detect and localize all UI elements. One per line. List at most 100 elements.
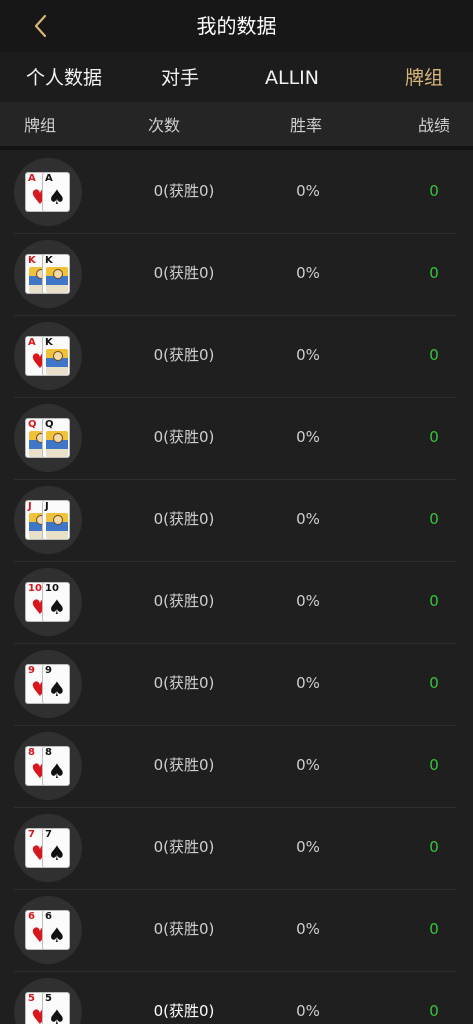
play-count: 0(获胜0) <box>153 674 215 692</box>
win-rate: 0% <box>296 1002 320 1020</box>
result-value: 0 <box>429 510 439 528</box>
win-rate: 0% <box>296 592 320 610</box>
face-card-figure-icon <box>46 431 68 457</box>
win-rate: 0% <box>296 920 320 938</box>
playing-card-icon: 9 ♠ <box>42 664 70 704</box>
list-item[interactable]: 9 ♥ 9 ♠ 0(获胜0) 0% 0 <box>14 644 456 726</box>
card-rank: 5 <box>45 993 52 1004</box>
page-title: 我的数据 <box>196 14 277 38</box>
result-value: 0 <box>429 920 439 938</box>
result-value: 0 <box>429 756 439 774</box>
hand-cards-icon: KK <box>14 240 82 308</box>
result-value: 0 <box>429 346 439 364</box>
playing-card-icon: 8 ♠ <box>42 746 70 786</box>
list-item[interactable]: 6 ♥ 6 ♠ 0(获胜0) 0% 0 <box>14 890 456 972</box>
win-rate: 0% <box>296 428 320 446</box>
card-rank: A <box>45 173 53 184</box>
playing-card-icon: 6 ♠ <box>42 910 70 950</box>
play-count: 0(获胜0) <box>153 756 215 774</box>
play-count: 0(获胜0) <box>153 838 215 856</box>
spades-suit-icon: ♠ <box>48 595 66 619</box>
result-value: 0 <box>429 428 439 446</box>
hand-cards-icon: QQ <box>14 404 82 472</box>
list-item[interactable]: A ♥ K 0(获胜0) 0% 0 <box>14 316 456 398</box>
play-count: 0(获胜0) <box>153 428 215 446</box>
spades-suit-icon: ♠ <box>48 1005 66 1024</box>
win-rate: 0% <box>296 182 320 200</box>
list-item[interactable]: 5 ♥ 5 ♠ 0(获胜0) 0% 0 <box>14 972 456 1024</box>
result-value: 0 <box>429 264 439 282</box>
card-rank: K <box>45 337 53 348</box>
top-bar: 我的数据 <box>0 0 473 52</box>
play-count: 0(获胜0) <box>153 510 215 528</box>
win-rate: 0% <box>296 674 320 692</box>
playing-card-icon: 7 ♠ <box>42 828 70 868</box>
playing-card-icon: K <box>42 336 70 376</box>
list-item[interactable]: 7 ♥ 7 ♠ 0(获胜0) 0% 0 <box>14 808 456 890</box>
result-value: 0 <box>429 1002 439 1020</box>
hand-cards-icon: 5 ♥ 5 ♠ <box>14 978 82 1024</box>
card-rank: 6 <box>28 911 35 922</box>
play-count: 0(获胜0) <box>153 920 215 938</box>
play-count: 0(获胜0) <box>153 1002 215 1020</box>
column-header-hand: 牌组 <box>24 116 57 135</box>
face-card-figure-icon <box>46 349 68 375</box>
column-header-result: 战绩 <box>418 116 451 135</box>
hand-cards-icon: 6 ♥ 6 ♠ <box>14 896 82 964</box>
spades-suit-icon: ♠ <box>48 677 66 701</box>
card-rank: 5 <box>28 993 35 1004</box>
playing-card-icon: 5 ♠ <box>42 992 70 1024</box>
list-item[interactable]: K K 0(获胜0) 0% 0 <box>14 234 456 316</box>
list-item[interactable]: J J 0(获胜0) 0% 0 <box>14 480 456 562</box>
hand-cards-icon: A ♥ A ♠ <box>14 158 82 226</box>
result-value: 0 <box>429 674 439 692</box>
playing-card-icon: 10 ♠ <box>42 582 70 622</box>
list-item[interactable]: 8 ♥ 8 ♠ 0(获胜0) 0% 0 <box>14 726 456 808</box>
play-count: 0(获胜0) <box>153 346 215 364</box>
tab-bar: 个人数据 对手 ALLIN 牌组 <box>0 52 473 102</box>
hand-cards-icon: 9 ♥ 9 ♠ <box>14 650 82 718</box>
list-item[interactable]: 10 ♥ 10 ♠ 0(获胜0) 0% 0 <box>14 562 456 644</box>
face-card-figure-icon <box>46 513 68 539</box>
list-item[interactable]: A ♥ A ♠ 0(获胜0) 0% 0 <box>14 152 456 234</box>
spades-suit-icon: ♠ <box>48 923 66 947</box>
spades-suit-icon: ♠ <box>48 759 66 783</box>
win-rate: 0% <box>296 346 320 364</box>
card-rank: 10 <box>28 583 42 594</box>
tab-hands[interactable]: 牌组 <box>384 52 464 102</box>
win-rate: 0% <box>296 838 320 856</box>
playing-card-icon: A ♠ <box>42 172 70 212</box>
playing-card-icon: J <box>42 500 70 540</box>
card-rank: Q <box>45 419 54 430</box>
list-item[interactable]: Q Q 0(获胜0) 0% 0 <box>14 398 456 480</box>
playing-card-icon: K <box>42 254 70 294</box>
result-value: 0 <box>429 182 439 200</box>
face-card-figure-icon <box>46 267 68 293</box>
hand-cards-icon: 8 ♥ 8 ♠ <box>14 732 82 800</box>
result-value: 0 <box>429 838 439 856</box>
column-header-winrate: 胜率 <box>290 116 323 135</box>
hand-list[interactable]: A ♥ A ♠ 0(获胜0) 0% 0 K K 0(获胜0) 0% 0 A ♥ K 0(获胜0) 0% 0 Q Q 0(… <box>0 152 473 1024</box>
tab-personal-data[interactable]: 个人数据 <box>12 52 116 102</box>
tab-allin[interactable]: ALLIN <box>250 52 334 102</box>
tab-opponents[interactable]: 对手 <box>140 52 220 102</box>
win-rate: 0% <box>296 756 320 774</box>
spades-suit-icon: ♠ <box>48 841 66 865</box>
card-rank: Q <box>28 419 37 430</box>
result-value: 0 <box>429 592 439 610</box>
column-header-count: 次数 <box>148 116 181 135</box>
card-rank: 9 <box>45 665 52 676</box>
card-rank: K <box>28 255 36 266</box>
card-rank: J <box>45 501 49 512</box>
card-rank: 7 <box>28 829 35 840</box>
win-rate: 0% <box>296 510 320 528</box>
hand-cards-icon: A ♥ K <box>14 322 82 390</box>
card-rank: 6 <box>45 911 52 922</box>
play-count: 0(获胜0) <box>153 182 215 200</box>
card-rank: 8 <box>45 747 52 758</box>
hand-cards-icon: JJ <box>14 486 82 554</box>
card-rank: 8 <box>28 747 35 758</box>
card-rank: J <box>28 501 32 512</box>
hand-cards-icon: 10 ♥ 10 ♠ <box>14 568 82 636</box>
hand-cards-icon: 7 ♥ 7 ♠ <box>14 814 82 882</box>
